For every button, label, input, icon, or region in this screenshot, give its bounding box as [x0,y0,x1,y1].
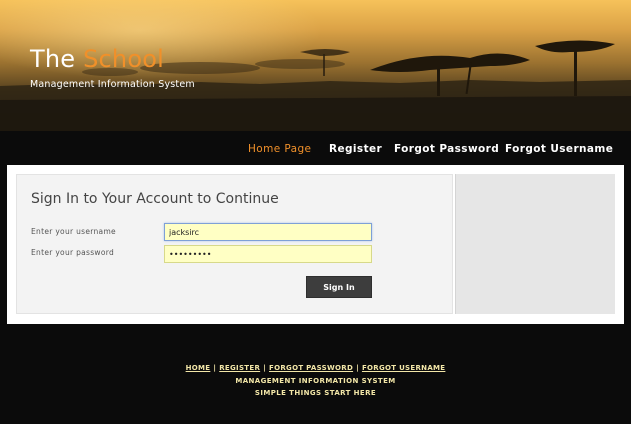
footer-system-name: MANAGEMENT INFORMATION SYSTEM [235,377,396,385]
content-area: Sign In to Your Account to Continue Ente… [7,165,624,324]
username-input[interactable] [164,223,372,241]
nav-home-page[interactable]: Home Page [248,143,311,155]
footer-separator: | [213,364,217,372]
site-title-part2: School [83,45,164,73]
nav-forgot-password[interactable]: Forgot Password [394,143,499,155]
site-title: The School [30,45,164,73]
nav-register[interactable]: Register [329,143,382,155]
footer-link-home[interactable]: HOME [186,364,211,372]
nav-forgot-username[interactable]: Forgot Username [505,143,613,155]
site-title-part1: The [30,45,76,73]
footer-separator: | [356,364,359,372]
sign-in-button[interactable]: Sign In [306,276,372,298]
password-input[interactable] [164,245,372,263]
footer-links: HOME | REGISTER | FORGOT PASSWORD | FORGOT USE… [0,364,631,372]
password-label: Enter your password [31,248,115,257]
footer-link-forgot-username[interactable]: FORGOT USERNAME [362,364,445,372]
site-subtitle: Management Information System [30,79,195,90]
footer-tagline: SIMPLE THINGS START HERE [254,389,377,397]
form-heading: Sign In to Your Account to Continue [31,191,279,207]
header-banner: The School Management Information System [0,0,631,131]
login-form: Sign In to Your Account to Continue Ente… [16,174,453,314]
footer-link-forgot-password[interactable]: FORGOT PASSWORD [269,364,353,372]
footer-separator: | [263,364,266,372]
username-label: Enter your username [31,227,116,236]
side-panel [455,174,615,314]
top-navigation: Home Page Register Forgot Password Forgo… [0,131,631,164]
footer-link-register[interactable]: REGISTER [219,364,260,372]
